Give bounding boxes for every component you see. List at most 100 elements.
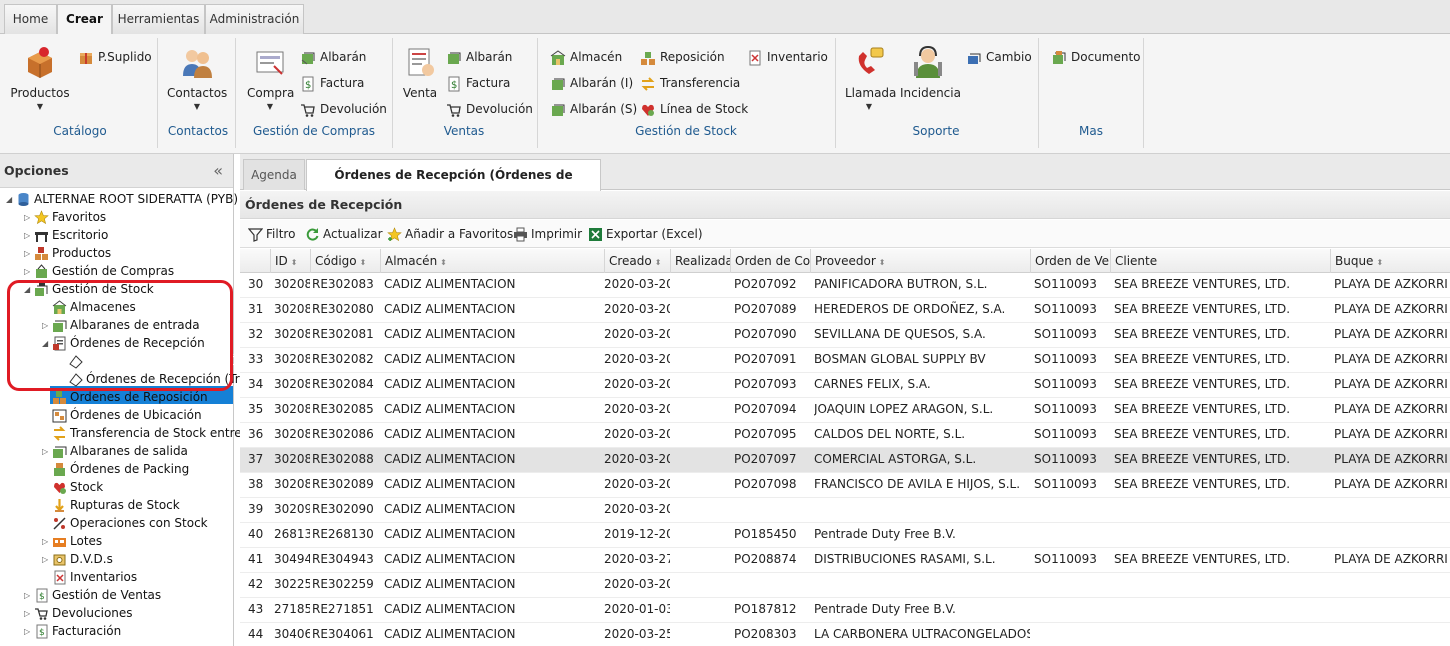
tab-agenda[interactable]: Agenda [243, 159, 305, 190]
venta-button[interactable]: Venta [401, 44, 439, 100]
collapsed-icon[interactable]: ▷ [24, 623, 34, 641]
tree-node-escritorio[interactable]: ▷ Escritorio [24, 226, 108, 244]
table-row[interactable]: 38 30208 RE302089 CADIZ ALIMENTACION 2020-03… [240, 473, 1450, 498]
column-header[interactable]: Creado ⬍ [604, 249, 670, 273]
documento-button[interactable]: Documento [1051, 48, 1141, 66]
collapsed-icon[interactable]: ▷ [42, 551, 52, 569]
expanded-icon[interactable]: ◢ [6, 191, 16, 209]
tab-home[interactable]: Home [4, 4, 57, 34]
llamada-button[interactable]: Llamada ▼ [845, 44, 896, 111]
sort-icon[interactable]: ⬍ [655, 258, 662, 267]
table-row[interactable]: 37 30208 RE302088 CADIZ ALIMENTACION 2020-03… [240, 448, 1450, 473]
collapse-icon[interactable]: « [213, 154, 223, 188]
sort-icon[interactable]: ⬍ [1376, 258, 1383, 267]
codigo-cell: RE268130 [312, 527, 374, 541]
sort-icon[interactable]: ⬍ [291, 258, 298, 267]
table-row[interactable]: 44 30406 RE304061 CADIZ ALIMENTACION 2020-03… [240, 623, 1450, 646]
table-row[interactable]: 32 30208 RE302081 CADIZ ALIMENTACION 2020-03… [240, 323, 1450, 348]
collapsed-icon[interactable]: ▷ [24, 245, 34, 263]
table-row[interactable]: 34 30208 RE302084 CADIZ ALIMENTACION 2020-03… [240, 373, 1450, 398]
tab-crear[interactable]: Crear [57, 4, 112, 35]
devolucion-compra-button[interactable]: Devolución [300, 100, 387, 118]
column-header[interactable]: ID ⬍ [270, 249, 310, 273]
albaran-i-button[interactable]: Albarán (I) [550, 74, 633, 92]
tree-node-rupturas-stock[interactable]: Rupturas de Stock [42, 496, 180, 514]
factura-venta-button[interactable]: $ Factura [446, 74, 510, 92]
sort-icon[interactable]: ⬍ [360, 258, 367, 267]
tree-node-facturacion[interactable]: ▷ $ Facturación [24, 622, 121, 640]
tree-node-operaciones-stock[interactable]: Operaciones con Stock [42, 514, 208, 532]
compra-button[interactable]: Compra ▼ [247, 44, 294, 111]
column-header[interactable]: Cliente [1110, 249, 1330, 273]
ribbon-separator [835, 38, 836, 148]
tab-administracion[interactable]: Administración [205, 4, 304, 34]
column-header[interactable]: Proveedor ⬍ [810, 249, 1030, 273]
tree-node-ordenes-ubicacion[interactable]: Órdenes de Ubicación [42, 406, 202, 424]
column-header[interactable]: Orden de Ven [1030, 249, 1110, 273]
column-header[interactable]: Orden de Com [730, 249, 810, 273]
collapsed-icon[interactable]: ▷ [24, 209, 34, 227]
table-row[interactable]: 42 30225 RE302259 CADIZ ALIMENTACION 2020-03… [240, 573, 1450, 598]
venta-label: Venta [402, 86, 438, 100]
column-header[interactable]: Realizada⬍ [670, 249, 730, 273]
table-row[interactable]: 41 30494 RE304943 CADIZ ALIMENTACION 2020-03… [240, 548, 1450, 573]
collapsed-icon[interactable]: ▷ [24, 263, 34, 281]
table-row[interactable]: 40 26813 RE268130 CADIZ ALIMENTACION 2019-12… [240, 523, 1450, 548]
tree-node-albaranes-salida[interactable]: ▷ Albaranes de salida [42, 442, 188, 460]
productos-button[interactable]: Productos ▼ [10, 44, 70, 111]
tree-node-lotes[interactable]: ▷ Lotes [42, 532, 102, 550]
tree-node-ordenes-packing[interactable]: Órdenes de Packing [42, 460, 189, 478]
incidencia-button[interactable]: Incidencia [900, 44, 961, 100]
exportar-button[interactable]: Exportar (Excel) [588, 226, 703, 242]
table-row[interactable]: 36 30208 RE302086 CADIZ ALIMENTACION 2020-03… [240, 423, 1450, 448]
tree-node-inventarios[interactable]: Inventarios [42, 568, 137, 586]
transferencia-button[interactable]: Transferencia [640, 74, 740, 92]
tree-node-gestion-compras[interactable]: ▷ Gestión de Compras [24, 262, 174, 280]
contactos-button[interactable]: Contactos ▼ [167, 44, 227, 111]
factura-compra-button[interactable]: $ Factura [300, 74, 364, 92]
replenish-icon [641, 51, 655, 65]
filtro-button[interactable]: Filtro [248, 226, 295, 242]
tree-node-dvds[interactable]: ▷ D.V.D.s [42, 550, 113, 568]
actualizar-button[interactable]: Actualizar [305, 226, 383, 242]
albaran-venta-button[interactable]: Albarán [446, 48, 512, 66]
collapsed-icon[interactable]: ▷ [24, 227, 34, 245]
transferencia-label: Transferencia [660, 76, 741, 90]
albaran-compra-button[interactable]: Albarán [300, 48, 366, 66]
tree-node-gestion-ventas[interactable]: ▷ $ Gestión de Ventas [24, 586, 161, 604]
tree-node-devoluciones[interactable]: ▷ Devoluciones [24, 604, 133, 622]
collapsed-icon[interactable]: ▷ [42, 533, 52, 551]
linea-stock-button[interactable]: Línea de Stock [640, 100, 748, 118]
inventario-button[interactable]: Inventario [747, 48, 828, 66]
sort-icon[interactable]: ⬍ [440, 258, 447, 267]
table-row[interactable]: 39 30209 RE302090 CADIZ ALIMENTACION 2020-03… [240, 498, 1450, 523]
devolucion-venta-button[interactable]: Devolución [446, 100, 533, 118]
table-row[interactable]: 30 30208 RE302083 CADIZ ALIMENTACION 2020-03… [240, 273, 1450, 298]
sort-icon[interactable]: ⬍ [879, 258, 886, 267]
collapsed-icon[interactable]: ▷ [24, 587, 34, 605]
tab-herramientas[interactable]: Herramientas [112, 4, 205, 34]
cambio-button[interactable]: Cambio [966, 48, 1032, 66]
imprimir-button[interactable]: Imprimir [513, 226, 582, 242]
table-row[interactable]: 43 27185 RE271851 CADIZ ALIMENTACION 2020-01… [240, 598, 1450, 623]
column-header[interactable]: Buque ⬍ [1330, 249, 1450, 273]
psuplido-button[interactable]: P.Suplido [78, 48, 152, 66]
table-row[interactable]: 33 30208 RE302082 CADIZ ALIMENTACION 2020-03… [240, 348, 1450, 373]
reposicion-button[interactable]: Reposición [640, 48, 725, 66]
collapsed-icon[interactable]: ▷ [42, 443, 52, 461]
albaran-s-button[interactable]: Albarán (S) [550, 100, 637, 118]
tab-ordenes-recepcion[interactable]: Órdenes de Recepción (Órdenes de Compra)… [306, 159, 601, 212]
panel-title: Órdenes de Recepción [240, 191, 1450, 219]
column-header[interactable]: Código ⬍ [310, 249, 380, 273]
collapsed-icon[interactable]: ▷ [24, 605, 34, 623]
tree-node-stock[interactable]: Stock [42, 478, 103, 496]
tree-node-favoritos[interactable]: ▷ Favoritos [24, 208, 106, 226]
table-row[interactable]: 31 30208 RE302080 CADIZ ALIMENTACION 2020-03… [240, 298, 1450, 323]
column-header[interactable]: Almacén ⬍ [380, 249, 604, 273]
tree-node-transferencia-stock[interactable]: Transferencia de Stock entre A [42, 424, 254, 442]
almacen-button[interactable]: Almacén [550, 48, 622, 66]
table-row[interactable]: 35 30208 RE302085 CADIZ ALIMENTACION 2020-03… [240, 398, 1450, 423]
tree-node-root[interactable]: ◢ ALTERNAE ROOT SIDERATTA (PYB) [6, 190, 238, 208]
favoritos-button[interactable]: Añadir a Favoritos [387, 226, 513, 242]
tree-node-productos[interactable]: ▷ Productos [24, 244, 111, 262]
